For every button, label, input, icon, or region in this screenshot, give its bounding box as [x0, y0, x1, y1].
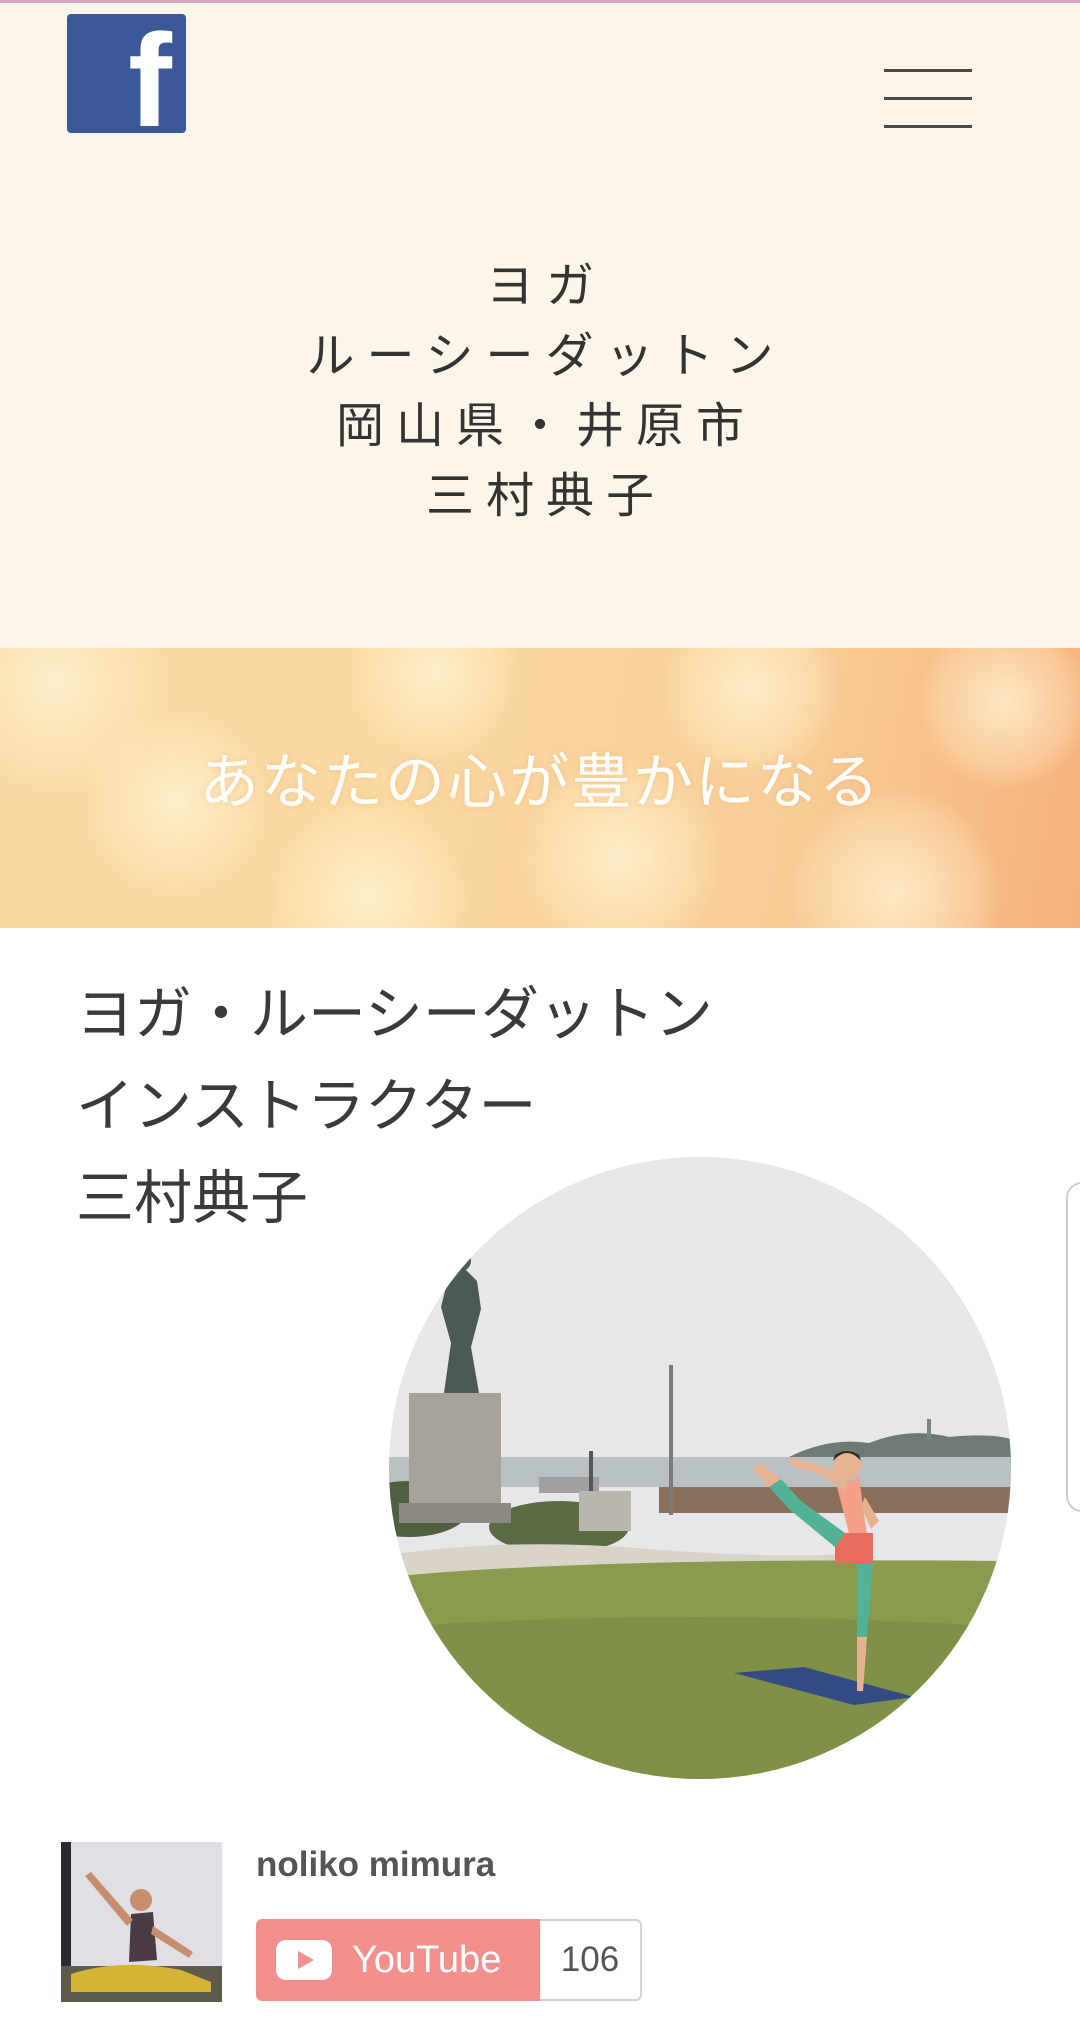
- youtube-channel-avatar[interactable]: [61, 1842, 222, 2002]
- youtube-button-label: YouTube: [352, 1938, 502, 1981]
- hamburger-menu-icon[interactable]: [884, 69, 972, 129]
- instructor-photo: [389, 1157, 1011, 1779]
- yoga-pose-thumbnail: [61, 1842, 222, 2002]
- banner-tagline: あなたの心が豊かになる: [199, 748, 881, 818]
- youtube-subscriber-count: 106: [540, 1919, 642, 2001]
- site-title-line: ヨガ: [485, 258, 606, 314]
- instructor-heading-line: ヨガ・ルーシーダットン: [76, 980, 713, 1048]
- scroll-handle[interactable]: [1066, 1182, 1080, 1512]
- site-header: f ヨガ ルーシーダットン 岡山県・井原市 三村典子: [0, 0, 1080, 648]
- site-title: ヨガ ルーシーダットン 岡山県・井原市 三村典子: [0, 251, 1080, 531]
- bokeh-light: [350, 648, 520, 758]
- youtube-subscribe-button[interactable]: YouTube: [256, 1919, 540, 2001]
- youtube-channel-name[interactable]: noliko mimura: [256, 1840, 495, 1890]
- instructor-heading-line: インストラクター: [76, 1072, 537, 1140]
- site-title-line: 三村典子: [425, 468, 666, 524]
- facebook-icon[interactable]: f: [67, 14, 186, 133]
- yoga-park-scene: [389, 1157, 1011, 1779]
- tagline-banner: あなたの心が豊かになる: [0, 648, 1080, 928]
- youtube-play-icon: [276, 1940, 332, 1980]
- page: f ヨガ ルーシーダットン 岡山県・井原市 三村典子 あなたの心が豊かになる ヨ…: [0, 0, 1080, 2021]
- site-title-line: 岡山県・井原市: [335, 398, 756, 454]
- site-title-line: ルーシーダットン: [306, 328, 786, 384]
